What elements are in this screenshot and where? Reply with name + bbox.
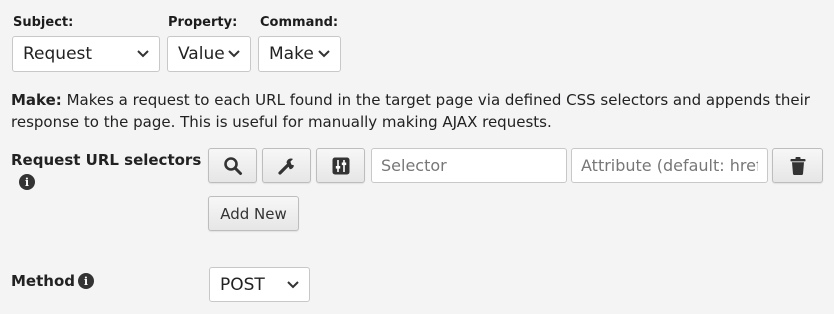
property-select[interactable]: Value: [167, 36, 251, 72]
chevron-down-icon: [228, 50, 240, 58]
subject-value: Request: [23, 44, 93, 64]
chevron-down-icon: [318, 50, 330, 58]
method-label: Method: [11, 272, 75, 290]
add-new-button[interactable]: Add New: [208, 196, 299, 231]
adjust-button[interactable]: [316, 148, 365, 183]
method-select[interactable]: POST: [209, 267, 310, 302]
info-icon[interactable]: i: [19, 174, 35, 190]
command-label: Command:: [260, 15, 339, 30]
settings-button[interactable]: [262, 148, 311, 183]
description-text: Makes a request to each URL found in the…: [11, 91, 810, 131]
command-description: Make: Makes a request to each URL found …: [11, 89, 823, 133]
chevron-down-icon: [287, 281, 299, 289]
property-label: Property:: [168, 15, 238, 30]
wrench-icon: [277, 158, 294, 175]
request-url-selectors-label: Request URL selectors: [11, 151, 202, 169]
chevron-down-icon: [137, 50, 149, 58]
property-value: Value: [178, 44, 225, 64]
subject-select[interactable]: Request: [12, 36, 160, 72]
attribute-input[interactable]: [571, 148, 768, 183]
search-button[interactable]: [208, 148, 257, 183]
subject-label: Subject:: [13, 15, 74, 30]
info-icon[interactable]: i: [78, 273, 94, 289]
selector-input[interactable]: [371, 148, 567, 183]
command-value: Make: [269, 44, 314, 64]
delete-selector-button[interactable]: [772, 148, 823, 183]
adjust-icon: [332, 157, 349, 174]
search-icon: [223, 156, 242, 175]
method-value: POST: [220, 274, 265, 295]
trash-icon: [790, 156, 805, 175]
description-term: Make:: [11, 91, 62, 109]
command-select[interactable]: Make: [258, 36, 341, 72]
